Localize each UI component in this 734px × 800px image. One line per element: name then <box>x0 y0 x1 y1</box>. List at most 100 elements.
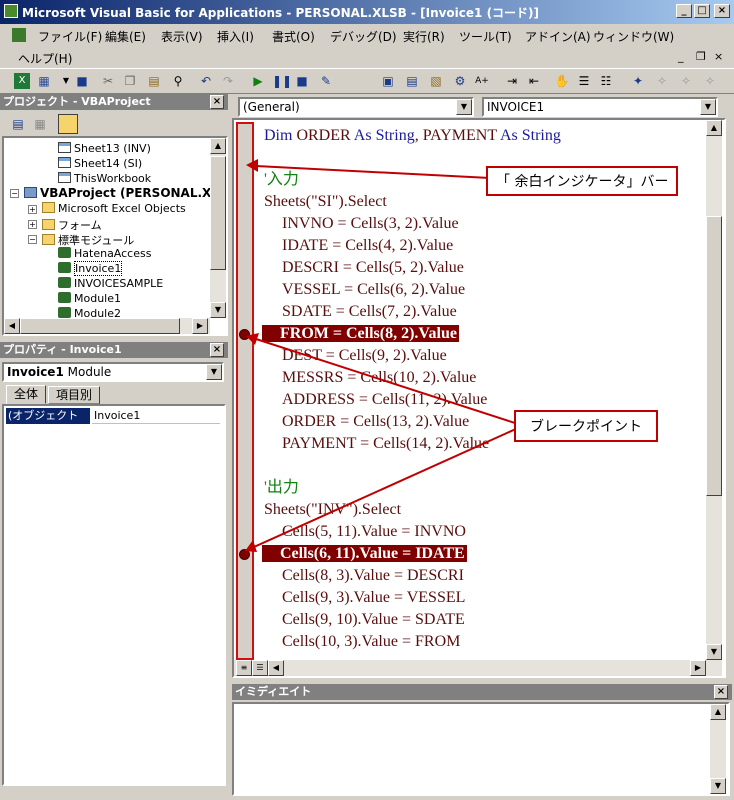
procedure-view-icon[interactable]: ≡ <box>236 660 252 676</box>
breakpoint-dot-icon[interactable] <box>239 329 250 340</box>
toggle-bookmark-icon[interactable]: ✦ <box>630 73 646 89</box>
dropdown-arrow-icon[interactable]: ▼ <box>58 73 74 89</box>
property-name[interactable]: (オブジェクト名) <box>6 408 90 438</box>
tree-item-invoice1[interactable]: Invoice1 <box>58 261 123 276</box>
tree-item-standard-modules[interactable]: 標準モジュール <box>42 232 134 248</box>
property-value[interactable]: Invoice1 <box>92 408 220 424</box>
scroll-down-icon[interactable]: ▼ <box>210 302 226 318</box>
menu-addins[interactable]: アドイン(A) <box>525 28 591 45</box>
toggle-folders-icon[interactable] <box>58 114 78 134</box>
insert-module-icon[interactable]: ▦ <box>36 73 52 89</box>
toggle-breakpoint-icon[interactable]: ✋ <box>554 73 570 89</box>
prev-bookmark-icon[interactable]: ✧ <box>678 73 694 89</box>
code-line[interactable]: SDATE = Cells(7, 2).Value <box>282 302 457 322</box>
restore-button[interactable]: □ <box>694 4 710 18</box>
save-icon[interactable]: ■ <box>74 73 90 89</box>
indent-icon[interactable]: ⇥ <box>504 73 520 89</box>
project-close-button[interactable]: × <box>210 95 224 109</box>
margin-indicator-bar[interactable] <box>236 122 254 660</box>
scroll-thumb[interactable] <box>210 156 226 270</box>
object-combo[interactable]: (General) ▼ <box>238 97 474 117</box>
comment-block-icon[interactable]: ☰ <box>576 73 592 89</box>
code-hscroll[interactable]: ≡ ☰ ◀ ▶ <box>234 660 722 676</box>
code-pane[interactable]: ▲ ▼ ≡ ☰ ◀ ▶ Dim ORDER As String, PAYMENT… <box>232 118 726 678</box>
code-line[interactable]: ORDER = Cells(13, 2).Value <box>282 412 469 432</box>
menu-window[interactable]: ウィンドウ(W) <box>593 28 674 45</box>
full-module-view-icon[interactable]: ☰ <box>252 660 268 676</box>
outdent-icon[interactable]: ⇤ <box>526 73 542 89</box>
menu-file[interactable]: ファイル(F) <box>38 28 102 45</box>
code-line[interactable]: Cells(5, 11).Value = INVNO <box>282 522 466 542</box>
mdi-minimize-button[interactable]: _ <box>678 50 684 63</box>
code-line[interactable]: Cells(10, 3).Value = FROM <box>282 632 460 652</box>
scroll-up-icon[interactable]: ▲ <box>710 704 726 720</box>
menu-edit[interactable]: 編集(E) <box>105 28 146 45</box>
tree-item-invoicesample[interactable]: INVOICESAMPLE <box>58 277 163 290</box>
project-vscroll[interactable]: ▲ ▼ <box>210 138 226 318</box>
code-line[interactable]: Cells(8, 3).Value = DESCRI <box>282 566 464 586</box>
toolbox-icon[interactable]: ⚙ <box>452 73 468 89</box>
tree-item-vbaproject[interactable]: VBAProject (PERSONAL.X <box>24 186 211 200</box>
menu-debug[interactable]: デバッグ(D) <box>330 28 397 45</box>
properties-window-icon[interactable]: ▤ <box>404 73 420 89</box>
immediate-vscroll[interactable]: ▲ ▼ <box>710 704 726 794</box>
mdi-close-button[interactable]: × <box>714 50 723 63</box>
uncomment-block-icon[interactable]: ☷ <box>598 73 614 89</box>
collapse-icon[interactable]: − <box>10 189 19 198</box>
code-line[interactable]: INVNO = Cells(3, 2).Value <box>282 214 459 234</box>
code-line[interactable]: Sheets("SI").Select <box>264 192 387 212</box>
scroll-up-icon[interactable]: ▲ <box>210 138 226 154</box>
menu-insert[interactable]: 挿入(I) <box>217 28 254 45</box>
code-line[interactable]: ADDRESS = Cells(11, 2).Value <box>282 390 487 410</box>
paste-icon[interactable]: ▤ <box>146 73 162 89</box>
menu-view[interactable]: 表示(V) <box>161 28 203 45</box>
properties-close-button[interactable]: × <box>210 343 224 357</box>
scroll-right-icon[interactable]: ▶ <box>690 660 706 676</box>
break-icon[interactable]: ❚❚ <box>272 73 292 89</box>
copy-icon[interactable]: ❐ <box>122 73 138 89</box>
clear-bookmarks-icon[interactable]: ✧ <box>702 73 718 89</box>
code-line[interactable]: Dim ORDER As String, PAYMENT As String <box>264 126 561 146</box>
scroll-left-icon[interactable]: ◀ <box>4 318 20 334</box>
code-line[interactable]: Cells(9, 3).Value = VESSEL <box>282 588 465 608</box>
minimize-button[interactable]: _ <box>676 4 692 18</box>
scroll-up-icon[interactable]: ▲ <box>706 120 722 136</box>
expand-icon[interactable]: + <box>28 220 37 229</box>
properties-object-combo[interactable]: Invoice1 Module ▼ <box>2 362 224 382</box>
chevron-down-icon[interactable]: ▼ <box>456 99 472 115</box>
find-icon[interactable]: ⚲ <box>170 73 186 89</box>
tree-item-sheet13[interactable]: Sheet13 (INV) <box>58 142 151 155</box>
view-excel-icon[interactable]: X <box>14 73 30 89</box>
redo-icon[interactable]: ↷ <box>220 73 236 89</box>
run-icon[interactable]: ▶ <box>250 73 266 89</box>
tab-categorized[interactable]: 項目別 <box>48 386 100 404</box>
code-line[interactable]: Cells(9, 10).Value = SDATE <box>282 610 465 630</box>
scroll-right-icon[interactable]: ▶ <box>192 318 208 334</box>
reset-icon[interactable]: ■ <box>294 73 310 89</box>
tab-alphabetic[interactable]: 全体 <box>6 385 46 404</box>
mdi-restore-button[interactable]: ❐ <box>696 50 706 63</box>
chevron-down-icon[interactable]: ▼ <box>206 364 222 380</box>
scroll-thumb[interactable] <box>20 318 180 334</box>
next-bookmark-icon[interactable]: ✧ <box>654 73 670 89</box>
tree-item-sheet14[interactable]: Sheet14 (SI) <box>58 157 142 170</box>
chevron-down-icon[interactable]: ▼ <box>700 99 716 115</box>
code-line[interactable]: VESSEL = Cells(6, 2).Value <box>282 280 465 300</box>
code-line[interactable]: Sheets("INV").Select <box>264 500 401 520</box>
menu-format[interactable]: 書式(O) <box>272 28 315 45</box>
scroll-left-icon[interactable]: ◀ <box>268 660 284 676</box>
code-line-breakpoint[interactable]: Cells(6, 11).Value = IDATE <box>262 544 467 564</box>
menu-help[interactable]: ヘルプ(H) <box>18 50 72 67</box>
code-line[interactable]: '入力 <box>264 170 299 190</box>
code-line[interactable]: '出力 <box>264 478 299 498</box>
code-line[interactable]: PAYMENT = Cells(14, 2).Value <box>282 434 489 454</box>
code-line[interactable]: DESCRI = Cells(5, 2).Value <box>282 258 464 278</box>
undo-icon[interactable]: ↶ <box>198 73 214 89</box>
tree-item-forms[interactable]: フォーム <box>42 217 102 233</box>
view-code-icon[interactable]: ▤ <box>10 116 26 132</box>
code-line[interactable]: MESSRS = Cells(10, 2).Value <box>282 368 476 388</box>
code-line[interactable]: IDATE = Cells(4, 2).Value <box>282 236 453 256</box>
code-line-breakpoint[interactable]: FROM = Cells(8, 2).Value <box>262 324 459 344</box>
scroll-down-icon[interactable]: ▼ <box>706 644 722 660</box>
font-icon[interactable]: A+ <box>474 73 490 89</box>
